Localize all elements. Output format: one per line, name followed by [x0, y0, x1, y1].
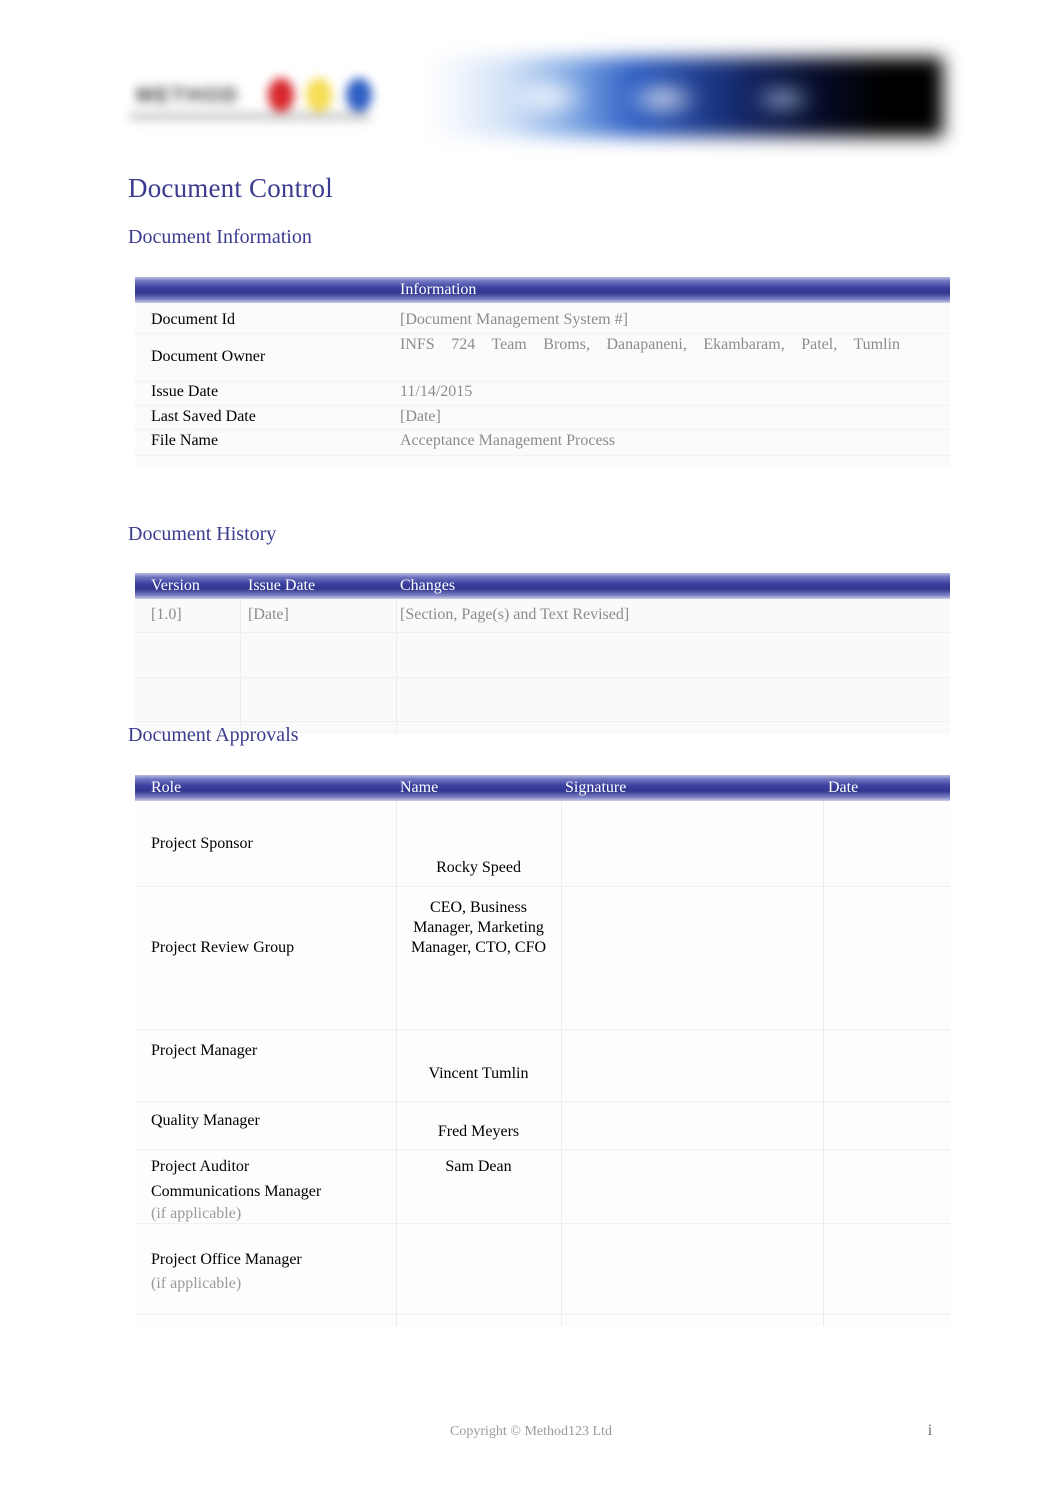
- approval-role: Quality Manager: [151, 1112, 260, 1129]
- approval-role: Communications Manager: [151, 1183, 322, 1200]
- approval-name: Rocky Speed: [436, 859, 521, 876]
- column-header-issue-date: Issue Date: [248, 577, 316, 594]
- label-document-id: Document Id: [151, 311, 235, 328]
- logo-underbar: [130, 112, 370, 121]
- column-header-signature: Signature: [565, 779, 627, 796]
- document-history-table: Version Issue Date Changes [1.0] [Date] …: [135, 573, 950, 734]
- logo-dot-blue-icon: [346, 78, 372, 112]
- value-file-name: Acceptance Management Process: [400, 432, 616, 449]
- project-banner-image: [428, 57, 943, 137]
- approval-role: Project Review Group: [151, 939, 295, 956]
- document-information-table: Information Document Id [Document Manage…: [135, 277, 950, 468]
- table-header-row: Version Issue Date Changes: [135, 573, 950, 599]
- logo-dot-yellow-icon: [306, 78, 332, 112]
- column-header-information: Information: [400, 281, 477, 298]
- approval-role-note: (if applicable): [151, 1275, 242, 1292]
- footer-page-number: i: [927, 1422, 933, 1439]
- table-body: Document Id [Document Management System …: [135, 303, 950, 468]
- page-header: METHOD: [128, 55, 948, 140]
- document-approvals-table: Role Name Signature Date Project Sponsor…: [135, 775, 950, 1326]
- column-header-changes: Changes: [400, 577, 456, 594]
- history-row-changes: [Section, Page(s) and Text Revised]: [400, 606, 630, 623]
- section-heading-document-approvals: Document Approvals: [128, 724, 299, 746]
- column-header-date: Date: [828, 779, 859, 796]
- history-row-version: [1.0]: [151, 606, 182, 623]
- logo-dot-red-icon: [268, 78, 294, 112]
- approval-name: Sam Dean: [445, 1158, 512, 1175]
- history-row-issue-date: [Date]: [248, 606, 289, 623]
- document-page: METHOD Document Control Document Informa…: [0, 0, 1062, 1506]
- approval-name: Vincent Tumlin: [428, 1065, 529, 1082]
- column-header-role: Role: [151, 779, 182, 796]
- method123-logo-text: METHOD: [136, 84, 239, 107]
- approval-role: Project Manager: [151, 1042, 258, 1059]
- label-last-saved-date: Last Saved Date: [151, 408, 256, 425]
- table-body: Project Sponsor Rocky Speed Project Revi…: [135, 801, 950, 1326]
- approval-name: Fred Meyers: [437, 1123, 520, 1140]
- table-header-row: Role Name Signature Date: [135, 775, 950, 801]
- approval-role: Project Auditor: [151, 1158, 250, 1175]
- method123-logo: METHOD: [128, 60, 383, 138]
- label-issue-date: Issue Date: [151, 383, 219, 400]
- approval-role: Project Sponsor: [151, 835, 253, 852]
- table-header-row: Information: [135, 277, 950, 303]
- value-last-saved-date: [Date]: [400, 408, 441, 425]
- label-document-owner: Document Owner: [151, 348, 266, 365]
- approval-name: CEO, Business Manager, Marketing Manager…: [410, 899, 547, 956]
- column-header-version: Version: [151, 577, 200, 594]
- section-heading-document-information: Document Information: [128, 226, 312, 248]
- page-title: Document Control: [128, 173, 333, 203]
- approval-role: Project Office Manager: [151, 1251, 302, 1268]
- value-document-id: [Document Management System #]: [400, 311, 628, 328]
- value-document-owner: INFS 724 Team Broms, Danapaneni, Ekambar…: [400, 336, 900, 353]
- section-heading-document-history: Document History: [128, 523, 277, 545]
- approval-role-note: (if applicable): [151, 1205, 242, 1222]
- label-file-name: File Name: [151, 432, 219, 449]
- value-issue-date: 11/14/2015: [400, 383, 473, 400]
- table-body: [1.0] [Date] [Section, Page(s) and Text …: [135, 599, 950, 734]
- column-header-name: Name: [400, 779, 439, 796]
